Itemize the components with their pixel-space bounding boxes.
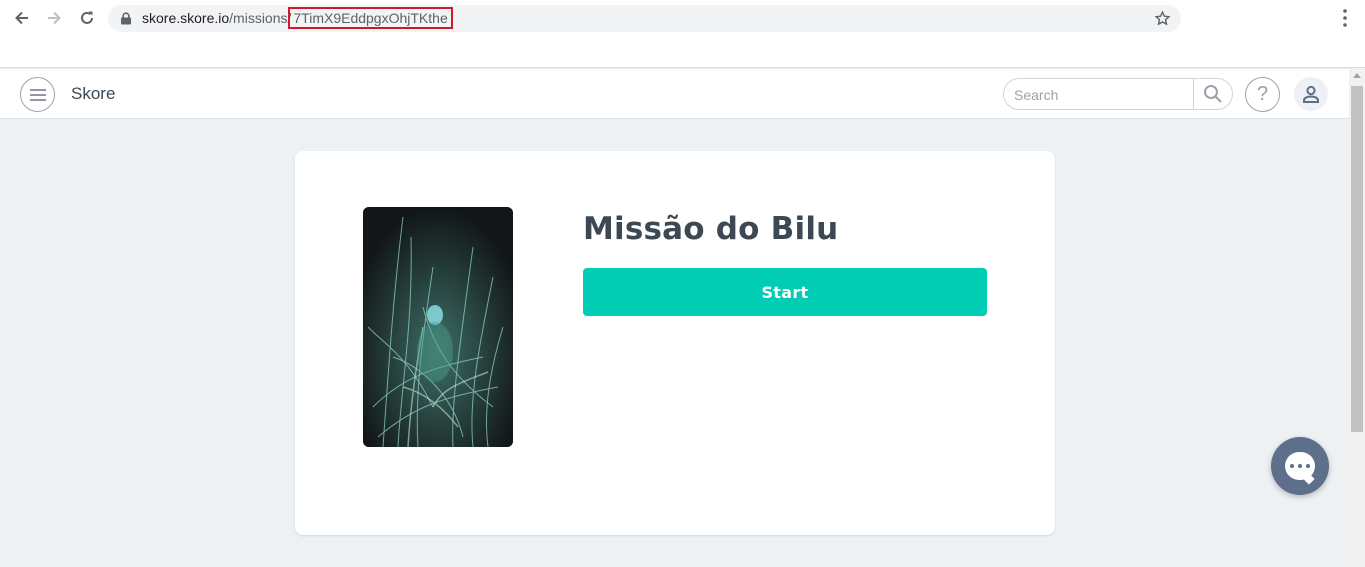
user-avatar-icon[interactable] [1294, 77, 1328, 111]
search-icon[interactable] [1193, 79, 1232, 109]
bookmark-star-icon[interactable] [1154, 10, 1171, 27]
page-scrollbar[interactable] [1349, 69, 1365, 567]
search-input[interactable] [1014, 85, 1189, 105]
search-box [1003, 78, 1233, 110]
mission-thumbnail-image [363, 207, 513, 447]
scroll-thumb[interactable] [1351, 86, 1363, 432]
back-icon[interactable] [10, 7, 34, 29]
start-button[interactable]: Start [583, 268, 987, 316]
browser-toolbar: skore.skore.io/missions/7TimX9EddpgxOhjT… [0, 0, 1365, 68]
chat-bubble-icon [1285, 452, 1315, 480]
reload-icon[interactable] [75, 7, 99, 29]
url-path: /missions/ [229, 10, 292, 26]
forward-icon[interactable] [42, 7, 66, 29]
lock-icon [121, 12, 131, 25]
url-text: skore.skore.io/missions/7TimX9EddpgxOhjT… [142, 7, 453, 29]
chat-widget-button[interactable] [1271, 437, 1329, 495]
mission-card: Missão do Bilu Start [295, 151, 1055, 535]
help-icon: ? [1256, 83, 1269, 105]
url-id-highlighted: 7TimX9EddpgxOhjTKthe [288, 7, 453, 29]
url-host: skore.skore.io [142, 10, 230, 26]
address-bar[interactable]: skore.skore.io/missions/7TimX9EddpgxOhjT… [108, 5, 1181, 32]
browser-menu-icon[interactable] [1336, 8, 1354, 28]
scroll-up-arrow-icon[interactable] [1353, 73, 1361, 78]
brand-name[interactable]: Skore [71, 84, 115, 104]
app-header: Skore ? [0, 69, 1349, 119]
mission-title: Missão do Bilu [583, 211, 839, 247]
help-button[interactable]: ? [1245, 77, 1280, 112]
hamburger-menu-icon[interactable] [20, 77, 55, 112]
